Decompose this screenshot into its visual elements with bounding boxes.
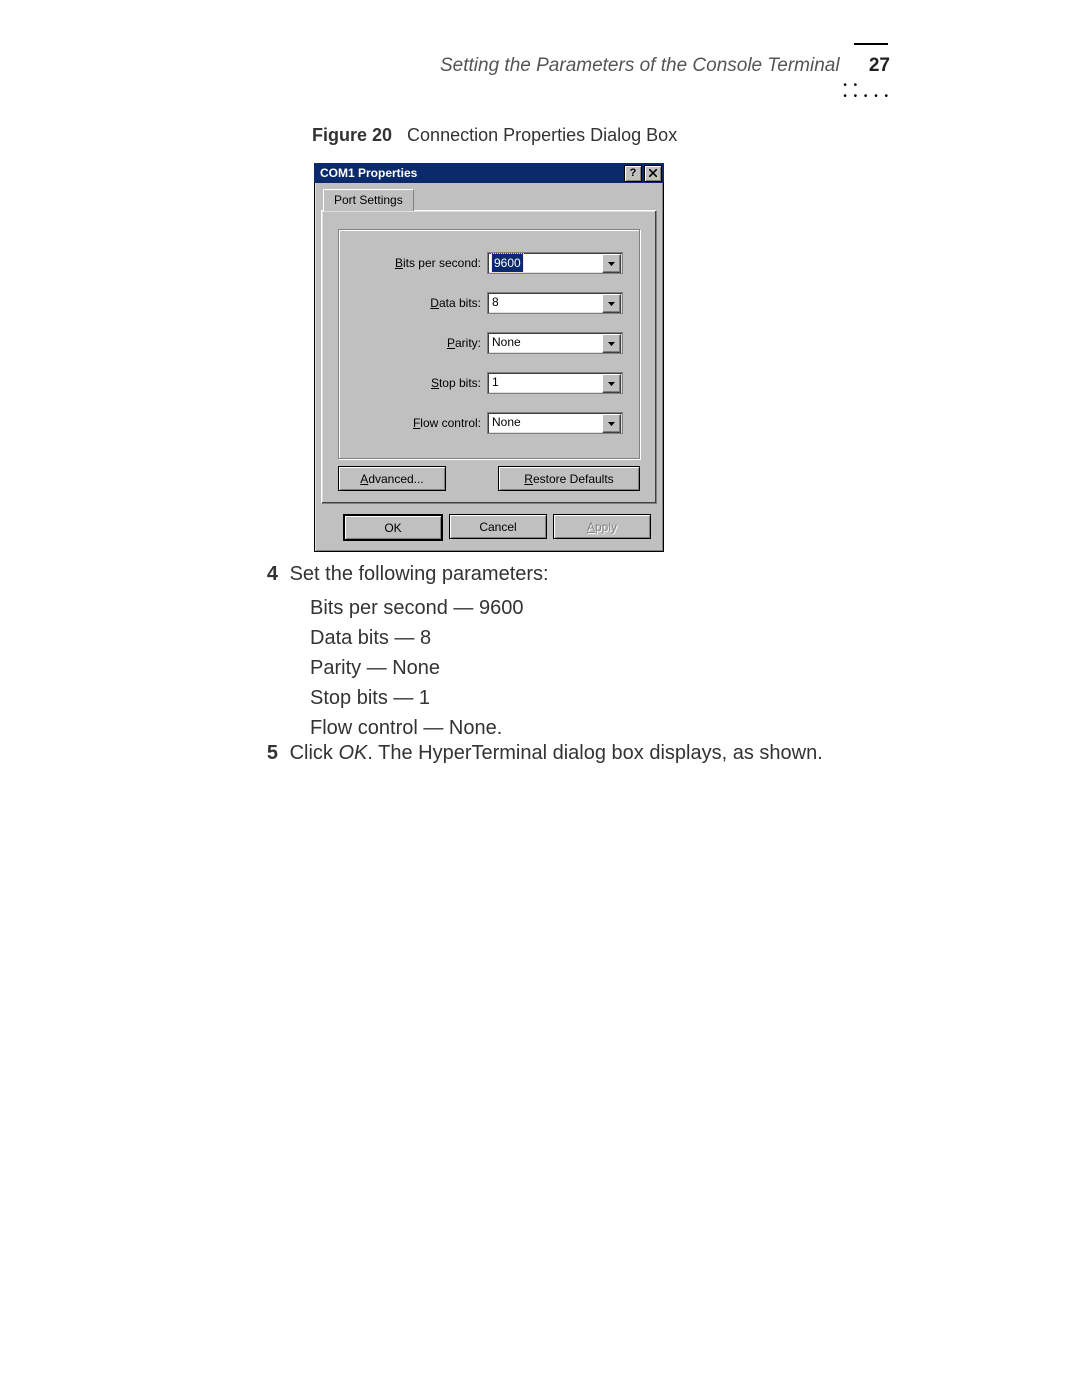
param-line: Parity — None — [310, 653, 523, 683]
row-stop-bits: Stop bits: 1 — [339, 372, 623, 394]
label-parity: Parity: — [339, 336, 487, 350]
apply-button[interactable]: Apply — [553, 514, 651, 539]
page-number: 27 — [869, 55, 890, 76]
com1-properties-dialog: COM1 Properties ? Port Settings Bits per… — [314, 163, 664, 552]
settings-group: Bits per second: 9600 Data bits: 8 Parit… — [338, 229, 640, 459]
step-4-params: Bits per second — 9600 Data bits — 8 Par… — [310, 593, 523, 743]
figure-caption-text: Connection Properties Dialog Box — [407, 125, 677, 145]
restore-defaults-button[interactable]: Restore Defaults — [498, 466, 640, 491]
label-data-bits: Data bits: — [339, 296, 487, 310]
dialog-title: COM1 Properties — [320, 163, 622, 183]
row-flow-control: Flow control: None — [339, 412, 623, 434]
label-stop-bits: Stop bits: — [339, 376, 487, 390]
ok-button[interactable]: OK — [343, 514, 443, 541]
value-bits-per-second: 9600 — [492, 254, 523, 272]
param-line: Data bits — 8 — [310, 623, 523, 653]
value-parity: None — [492, 335, 521, 349]
tab-port-settings-label: Port Settings — [334, 193, 403, 207]
close-button[interactable] — [644, 165, 662, 182]
value-stop-bits: 1 — [492, 375, 499, 389]
running-title: Setting the Parameters of the Console Te… — [440, 55, 840, 76]
param-line: Stop bits — 1 — [310, 683, 523, 713]
step-5-number: 5 — [254, 742, 284, 765]
step-4-number: 4 — [254, 563, 284, 586]
header-rule — [854, 43, 888, 45]
step-5-text: Click OK. The HyperTerminal dialog box d… — [290, 742, 823, 764]
cancel-button[interactable]: Cancel — [449, 514, 547, 539]
combo-bits-per-second[interactable]: 9600 — [487, 252, 623, 274]
combo-flow-control[interactable]: None — [487, 412, 623, 434]
label-bits-per-second: Bits per second: — [339, 256, 487, 270]
chevron-down-icon[interactable] — [602, 254, 621, 273]
label-flow-control: Flow control: — [339, 416, 487, 430]
value-data-bits: 8 — [492, 295, 499, 309]
chevron-down-icon[interactable] — [602, 374, 621, 393]
row-data-bits: Data bits: 8 — [339, 292, 623, 314]
dialog-body: Port Settings Bits per second: 9600 Data… — [314, 183, 664, 552]
param-line: Bits per second — 9600 — [310, 593, 523, 623]
help-icon: ? — [630, 163, 637, 183]
step-5: 5 Click OK. The HyperTerminal dialog box… — [282, 742, 823, 765]
row-bits-per-second: Bits per second: 9600 — [339, 252, 623, 274]
dialog-button-row: OK Cancel Apply — [321, 504, 657, 541]
chevron-down-icon[interactable] — [602, 414, 621, 433]
step-4-text: Set the following parameters: — [290, 563, 549, 585]
port-settings-panel: Bits per second: 9600 Data bits: 8 Parit… — [321, 210, 657, 504]
value-flow-control: None — [492, 415, 521, 429]
help-button[interactable]: ? — [624, 165, 642, 182]
combo-parity[interactable]: None — [487, 332, 623, 354]
tab-port-settings[interactable]: Port Settings — [323, 189, 414, 211]
tab-strip: Port Settings — [321, 189, 657, 211]
close-icon — [649, 169, 657, 177]
advanced-button[interactable]: Advanced... — [338, 466, 446, 491]
chevron-down-icon[interactable] — [602, 294, 621, 313]
figure-label: Figure 20 — [312, 125, 392, 145]
header-dots: • •• • • • • — [843, 80, 890, 102]
step-4: 4 Set the following parameters: — [282, 563, 549, 586]
row-parity: Parity: None — [339, 332, 623, 354]
dialog-titlebar[interactable]: COM1 Properties ? — [314, 163, 664, 183]
figure-caption: Figure 20 Connection Properties Dialog B… — [312, 125, 677, 146]
param-line: Flow control — None. — [310, 713, 523, 743]
combo-data-bits[interactable]: 8 — [487, 292, 623, 314]
combo-stop-bits[interactable]: 1 — [487, 372, 623, 394]
page-header: Setting the Parameters of the Console Te… — [0, 55, 1080, 77]
panel-button-row: Advanced... Restore Defaults — [338, 466, 640, 491]
chevron-down-icon[interactable] — [602, 334, 621, 353]
